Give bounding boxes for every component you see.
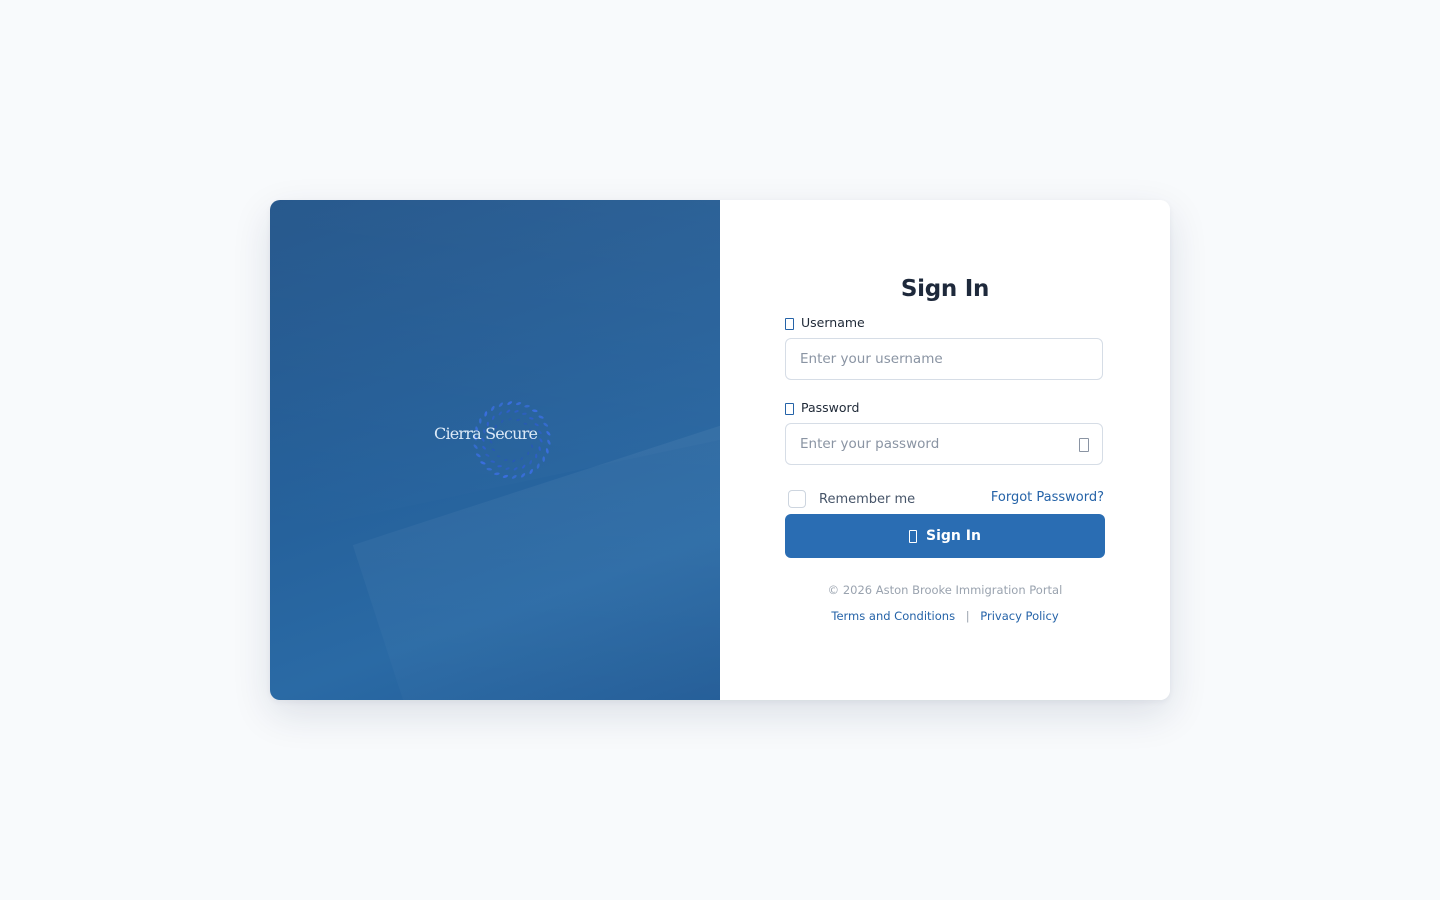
logo-dot [542,456,546,462]
logo-dot [491,405,495,411]
logo-dot [524,404,530,408]
logo-dot [507,401,513,405]
logo-dot [539,438,543,443]
remember-me-label: Remember me [819,491,916,507]
logo-dot [515,402,522,406]
logo-dot [527,451,530,456]
privacy-link[interactable]: Privacy Policy [980,609,1058,623]
logo-dot [532,409,538,413]
logo-dot [500,419,504,423]
logo-dot [529,469,533,475]
logo-dot [522,464,526,469]
logo-dot [491,448,495,452]
password-label: Password [785,400,859,415]
logo-dot [496,455,501,458]
logo-dot [545,448,549,454]
logo-dot [504,459,508,462]
logo-dot [498,411,502,416]
sign-in-button-label: Sign In [926,528,981,544]
link-separator: | [965,609,970,623]
logo-dot [538,430,542,434]
logo-dot [478,418,482,424]
logo-dot [511,475,517,479]
lock-icon [785,403,794,415]
sign-in-icon [909,529,918,543]
logo-dot [531,444,534,448]
logo-dot [535,453,538,459]
logo-dot [494,472,500,476]
user-icon [785,318,794,330]
footer-links: Terms and Conditions | Privacy Policy [720,609,1170,623]
logo-dot [514,410,519,413]
logo-dot [486,467,492,471]
logo-dot [520,457,524,461]
password-label-text: Password [801,400,860,415]
logo-dot [538,446,541,451]
eye-icon[interactable] [1079,438,1089,452]
logo-dot [538,415,544,419]
copyright: © 2026 Aston Brooke Immigration Portal [827,583,1063,597]
logo-dot [513,467,518,471]
cierra-secure-logo: Cierra Secure [430,396,560,486]
terms-link[interactable]: Terms and Conditions [831,609,955,623]
logo-dot [520,473,526,478]
logo-dot [516,418,520,421]
page-title: Sign In [900,276,990,302]
logo-dot [546,431,551,436]
logo-dot [485,453,490,457]
username-input[interactable] [785,338,1103,380]
logo-dot [480,461,486,465]
logo-dot [484,411,488,417]
logo-dot [512,459,516,463]
logo-dot [529,460,532,465]
logo-text: Cierra Secure [434,424,538,443]
username-label: Username [785,315,865,330]
password-input[interactable] [785,423,1103,465]
login-card: Cierra Secure Sign In Username Password … [270,200,1170,700]
logo-dot [473,444,478,449]
logo-dot [490,460,495,463]
remember-me-checkbox[interactable] [788,490,806,508]
logo-dot [543,422,549,427]
forgot-password-link[interactable]: Forgot Password? [991,490,1104,505]
logo-dot [482,446,486,450]
brand-panel: Cierra Secure [270,200,720,700]
logo-dot [547,439,551,445]
logo-dot [506,409,511,413]
remember-me[interactable]: Remember me [788,490,915,508]
logo-dot [502,474,509,478]
logo-dot [529,417,534,420]
logo-dot [508,417,512,421]
logo-dot [505,467,510,470]
logo-dot [497,465,502,468]
sign-in-button[interactable]: Sign In [785,514,1105,558]
username-label-text: Username [801,315,865,330]
logo-dot [498,402,504,407]
logo-dot [536,463,540,469]
logo-dot [522,412,527,415]
sign-in-form: Sign In Username Password Remember me Fo… [720,200,1170,700]
logo-dot [475,453,481,458]
logo-dot [492,415,495,420]
